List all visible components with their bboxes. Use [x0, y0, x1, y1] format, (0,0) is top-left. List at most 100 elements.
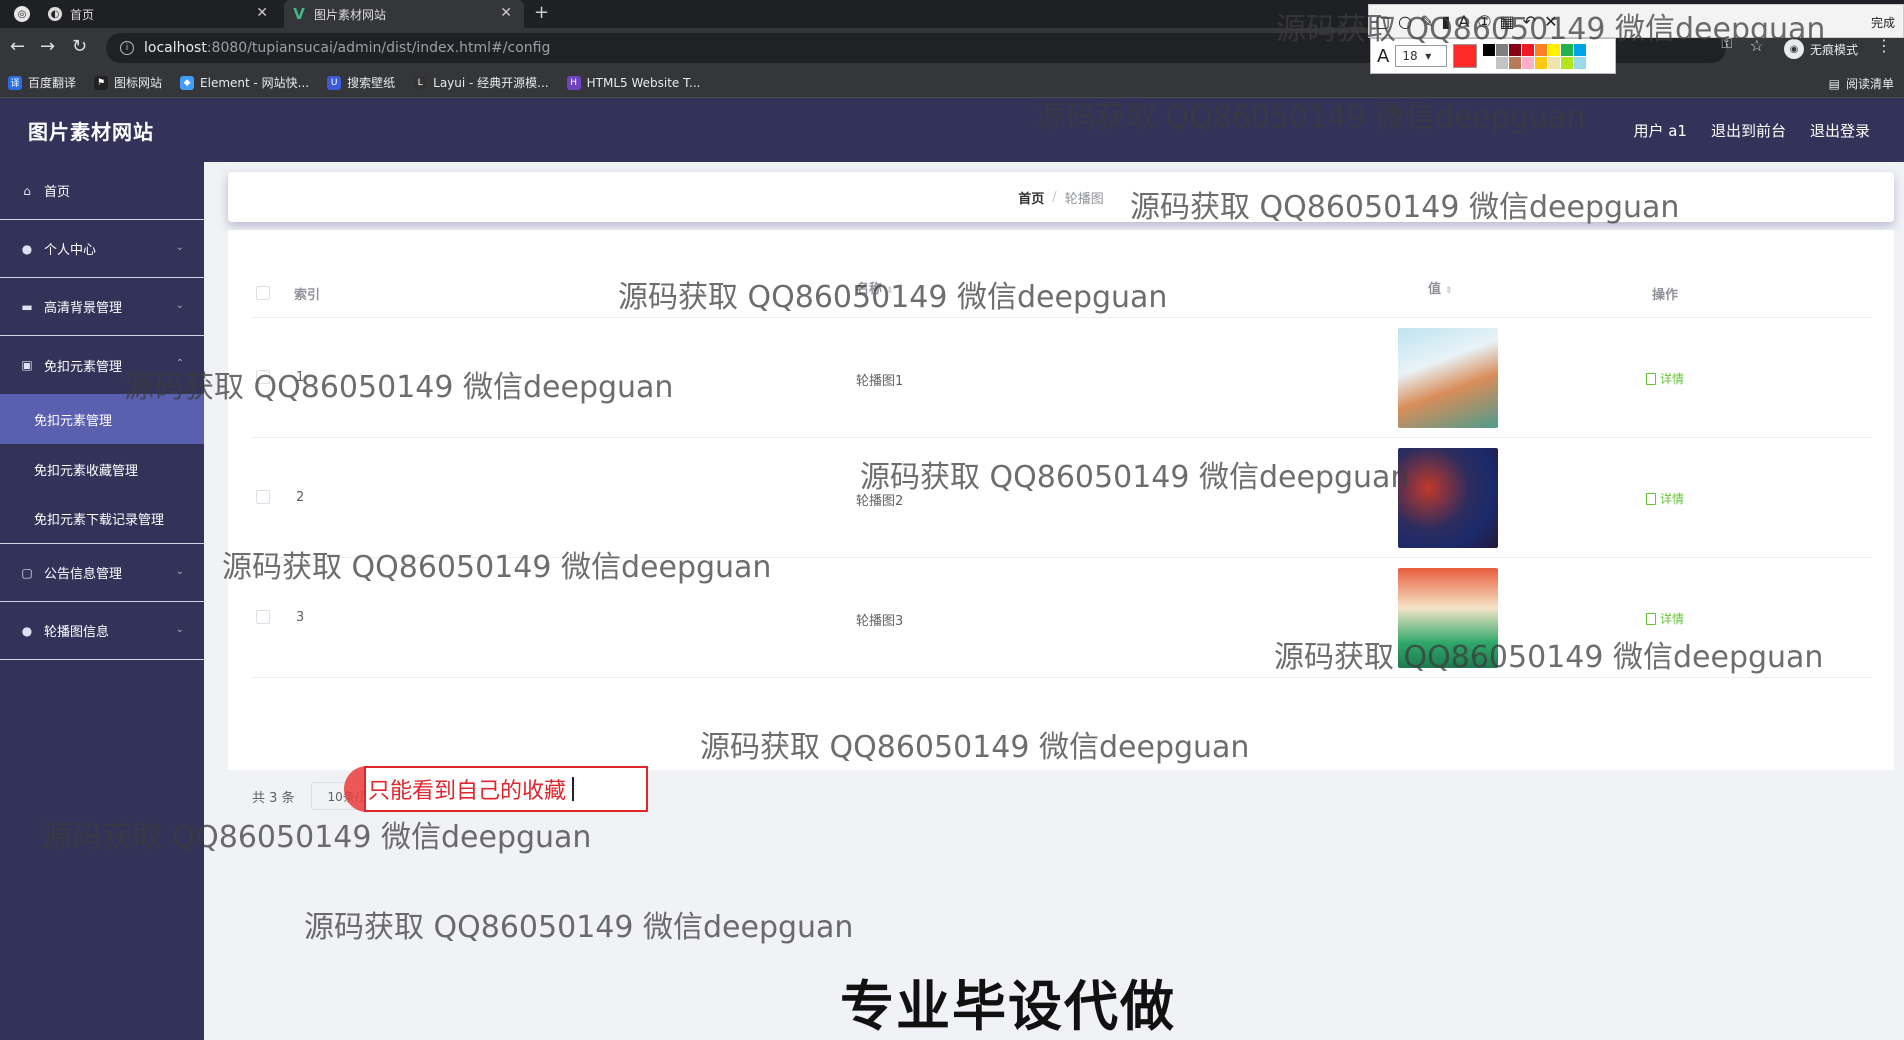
bookmark-label: Layui - 经典开源模...: [433, 76, 549, 90]
bookmark-item[interactable]: H HTML5 Website T...: [566, 75, 701, 90]
url-path: :8080/tupiansucai/admin/dist/index.html#…: [206, 40, 551, 56]
back-to-front-link[interactable]: 退出到前台: [1711, 120, 1786, 141]
forward-arrow-icon[interactable]: →: [40, 36, 55, 57]
tab-label: 首页: [70, 7, 95, 22]
text-caret: [572, 777, 575, 801]
carousel-thumbnail: [1398, 328, 1498, 428]
browser-tab-home[interactable]: ◐ 首页 ✕: [48, 0, 280, 28]
promo-banner-text: 专业毕设代做: [840, 975, 1176, 1038]
color-swatch[interactable]: [1483, 56, 1496, 69]
chevron-down-icon: ⌄: [175, 624, 184, 635]
sidebar-subitem-downloads[interactable]: 免扣元素下载记录管理: [0, 494, 204, 544]
breadcrumb-home[interactable]: 首页: [1018, 188, 1044, 207]
sidebar-item-label: 免扣元素管理: [44, 359, 123, 375]
reading-list-button[interactable]: ▤ 阅读清单: [1829, 75, 1894, 92]
document-icon: [1646, 612, 1656, 625]
detail-button[interactable]: 详情: [1646, 370, 1684, 387]
document-icon: [1646, 372, 1656, 385]
detail-label: 详情: [1660, 372, 1685, 386]
annotation-text: 只能看到自己的收藏: [368, 779, 567, 804]
bookmark-label: 搜索壁纸: [347, 76, 396, 90]
detail-label: 详情: [1660, 612, 1685, 626]
watermark: 源码获取 QQ86050149 微信deepguan: [1036, 100, 1586, 135]
color-swatch[interactable]: [1561, 56, 1574, 69]
color-swatch[interactable]: [1509, 56, 1522, 69]
detail-label: 详情: [1660, 492, 1685, 506]
sidebar-subitem-favorites[interactable]: 免扣元素收藏管理: [0, 444, 204, 494]
sidebar-item-home[interactable]: ⌂ 首页: [0, 162, 204, 220]
square-icon: ▢: [21, 565, 33, 580]
watermark: 源码获取 QQ86050149 微信deepguan: [700, 730, 1250, 765]
browser-tab-active[interactable]: V 图片素材网站 ✕: [284, 0, 524, 28]
html5-icon: H: [566, 75, 581, 90]
back-arrow-icon[interactable]: ←: [10, 36, 25, 57]
font-icon: A: [1377, 45, 1390, 67]
row-index: 2: [296, 490, 305, 505]
chevron-down-icon: ⌄: [175, 300, 184, 311]
font-size-select[interactable]: 18 ▾: [1395, 45, 1448, 67]
more-menu-icon[interactable]: ⋮: [1876, 36, 1892, 55]
sidebar: ⌂ 首页 ● 个人中心 ⌄ ▬ 高清背景管理 ⌄ ▣ 免扣元素管理 ⌃ 免扣元素…: [0, 162, 204, 1040]
sidebar-item-label: 首页: [44, 185, 71, 200]
row-name: 轮播图3: [856, 614, 904, 629]
box-icon: ▣: [21, 358, 33, 372]
bookmark-item[interactable]: 译百度翻译: [8, 74, 76, 91]
sidebar-subitem-label: 免扣元素下载记录管理: [34, 513, 165, 528]
row-name: 轮播图1: [856, 374, 904, 389]
user-icon: ●: [21, 623, 33, 638]
info-icon[interactable]: i: [120, 41, 134, 55]
bookmark-label: HTML5 Website T...: [586, 75, 701, 90]
document-icon: [1646, 492, 1656, 505]
color-swatch[interactable]: [1522, 56, 1535, 69]
watermark: 源码获取 QQ86050149 微信deepguan: [42, 820, 592, 855]
bookmark-label: Element - 网站快...: [200, 76, 310, 90]
column-value-label: 值: [1428, 282, 1442, 297]
color-swatch[interactable]: [1496, 56, 1509, 69]
done-button[interactable]: 完成: [1871, 14, 1895, 31]
sidebar-item-carousel[interactable]: ● 轮播图信息 ⌄: [0, 602, 204, 660]
pagination-total: 共 3 条: [252, 790, 295, 806]
font-size-value: 18: [1402, 49, 1418, 63]
browser-menu-icon[interactable]: ◎: [14, 6, 30, 22]
reading-list-icon: ▤: [1828, 76, 1840, 91]
sidebar-item-label: 轮播图信息: [44, 625, 110, 640]
watermark: 源码获取 QQ86050149 微信deepguan: [1130, 190, 1680, 225]
flag-icon: ⚑: [94, 75, 109, 90]
close-tab-icon[interactable]: ✕: [256, 5, 268, 21]
annotation-textbox[interactable]: 只能看到自己的收藏: [364, 766, 648, 812]
color-swatch[interactable]: [1535, 56, 1548, 69]
new-tab-button[interactable]: +: [534, 2, 549, 23]
close-tab-icon[interactable]: ✕: [500, 5, 512, 21]
detail-button[interactable]: 详情: [1646, 610, 1684, 627]
sidebar-item-label: 个人中心: [44, 243, 97, 258]
select-all-checkbox[interactable]: [256, 286, 270, 300]
bookmark-item[interactable]: U 搜索壁纸: [327, 74, 395, 91]
color-swatch[interactable]: [1574, 56, 1587, 69]
translate-icon: 译: [8, 75, 22, 90]
bookmark-item[interactable]: ⚑ 图标网站: [94, 74, 162, 91]
bookmark-label: 百度翻译: [28, 76, 77, 90]
sidebar-item-notice[interactable]: ▢ 公告信息管理 ⌄: [0, 544, 204, 602]
sidebar-item-personal[interactable]: ● 个人中心 ⌄: [0, 220, 204, 278]
watermark: 源码获取 QQ86050149 微信deepguan: [304, 910, 854, 945]
column-value[interactable]: 值 ⇕: [1428, 278, 1453, 297]
bookmark-item[interactable]: L Layui - 经典开源模...: [413, 74, 549, 91]
watermark: 源码获取 QQ86050149 微信deepguan: [124, 370, 674, 405]
wallpaper-icon: U: [327, 75, 342, 90]
breadcrumb-separator: /: [1052, 189, 1057, 205]
row-checkbox[interactable]: [256, 490, 270, 504]
reload-icon[interactable]: ↻: [72, 36, 87, 57]
breadcrumb-current: 轮播图: [1064, 191, 1104, 207]
detail-button[interactable]: 详情: [1646, 490, 1684, 507]
chevron-down-icon: ⌄: [175, 566, 184, 577]
sidebar-item-background[interactable]: ▬ 高清背景管理 ⌄: [0, 278, 204, 336]
user-name-link[interactable]: 用户 a1: [1633, 120, 1687, 141]
bookmark-item[interactable]: ◆ Element - 网站快...: [180, 74, 309, 91]
row-checkbox[interactable]: [256, 610, 270, 624]
tab-label: 图片素材网站: [314, 7, 387, 22]
logout-link[interactable]: 退出登录: [1810, 120, 1870, 141]
bookmark-label: 图标网站: [114, 76, 163, 90]
reading-list-label: 阅读清单: [1845, 77, 1894, 91]
color-swatch[interactable]: [1548, 56, 1561, 69]
watermark: 源码获取 QQ86050149 微信deepguan: [1276, 12, 1826, 47]
